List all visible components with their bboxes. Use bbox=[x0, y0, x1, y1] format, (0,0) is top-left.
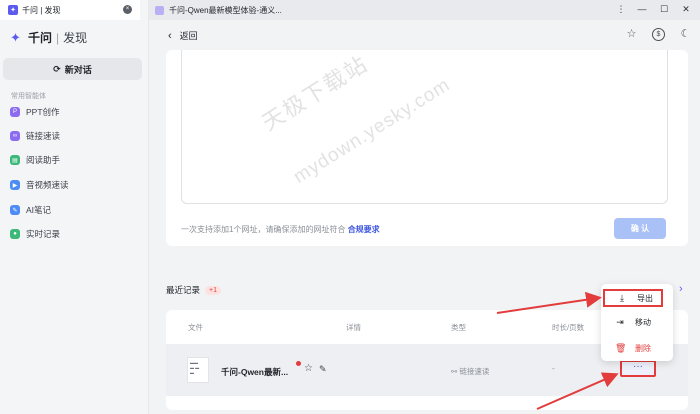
annotation-arrows bbox=[496, 291, 619, 410]
arrow-to-export bbox=[496, 291, 602, 314]
arrow-to-more bbox=[536, 372, 619, 410]
